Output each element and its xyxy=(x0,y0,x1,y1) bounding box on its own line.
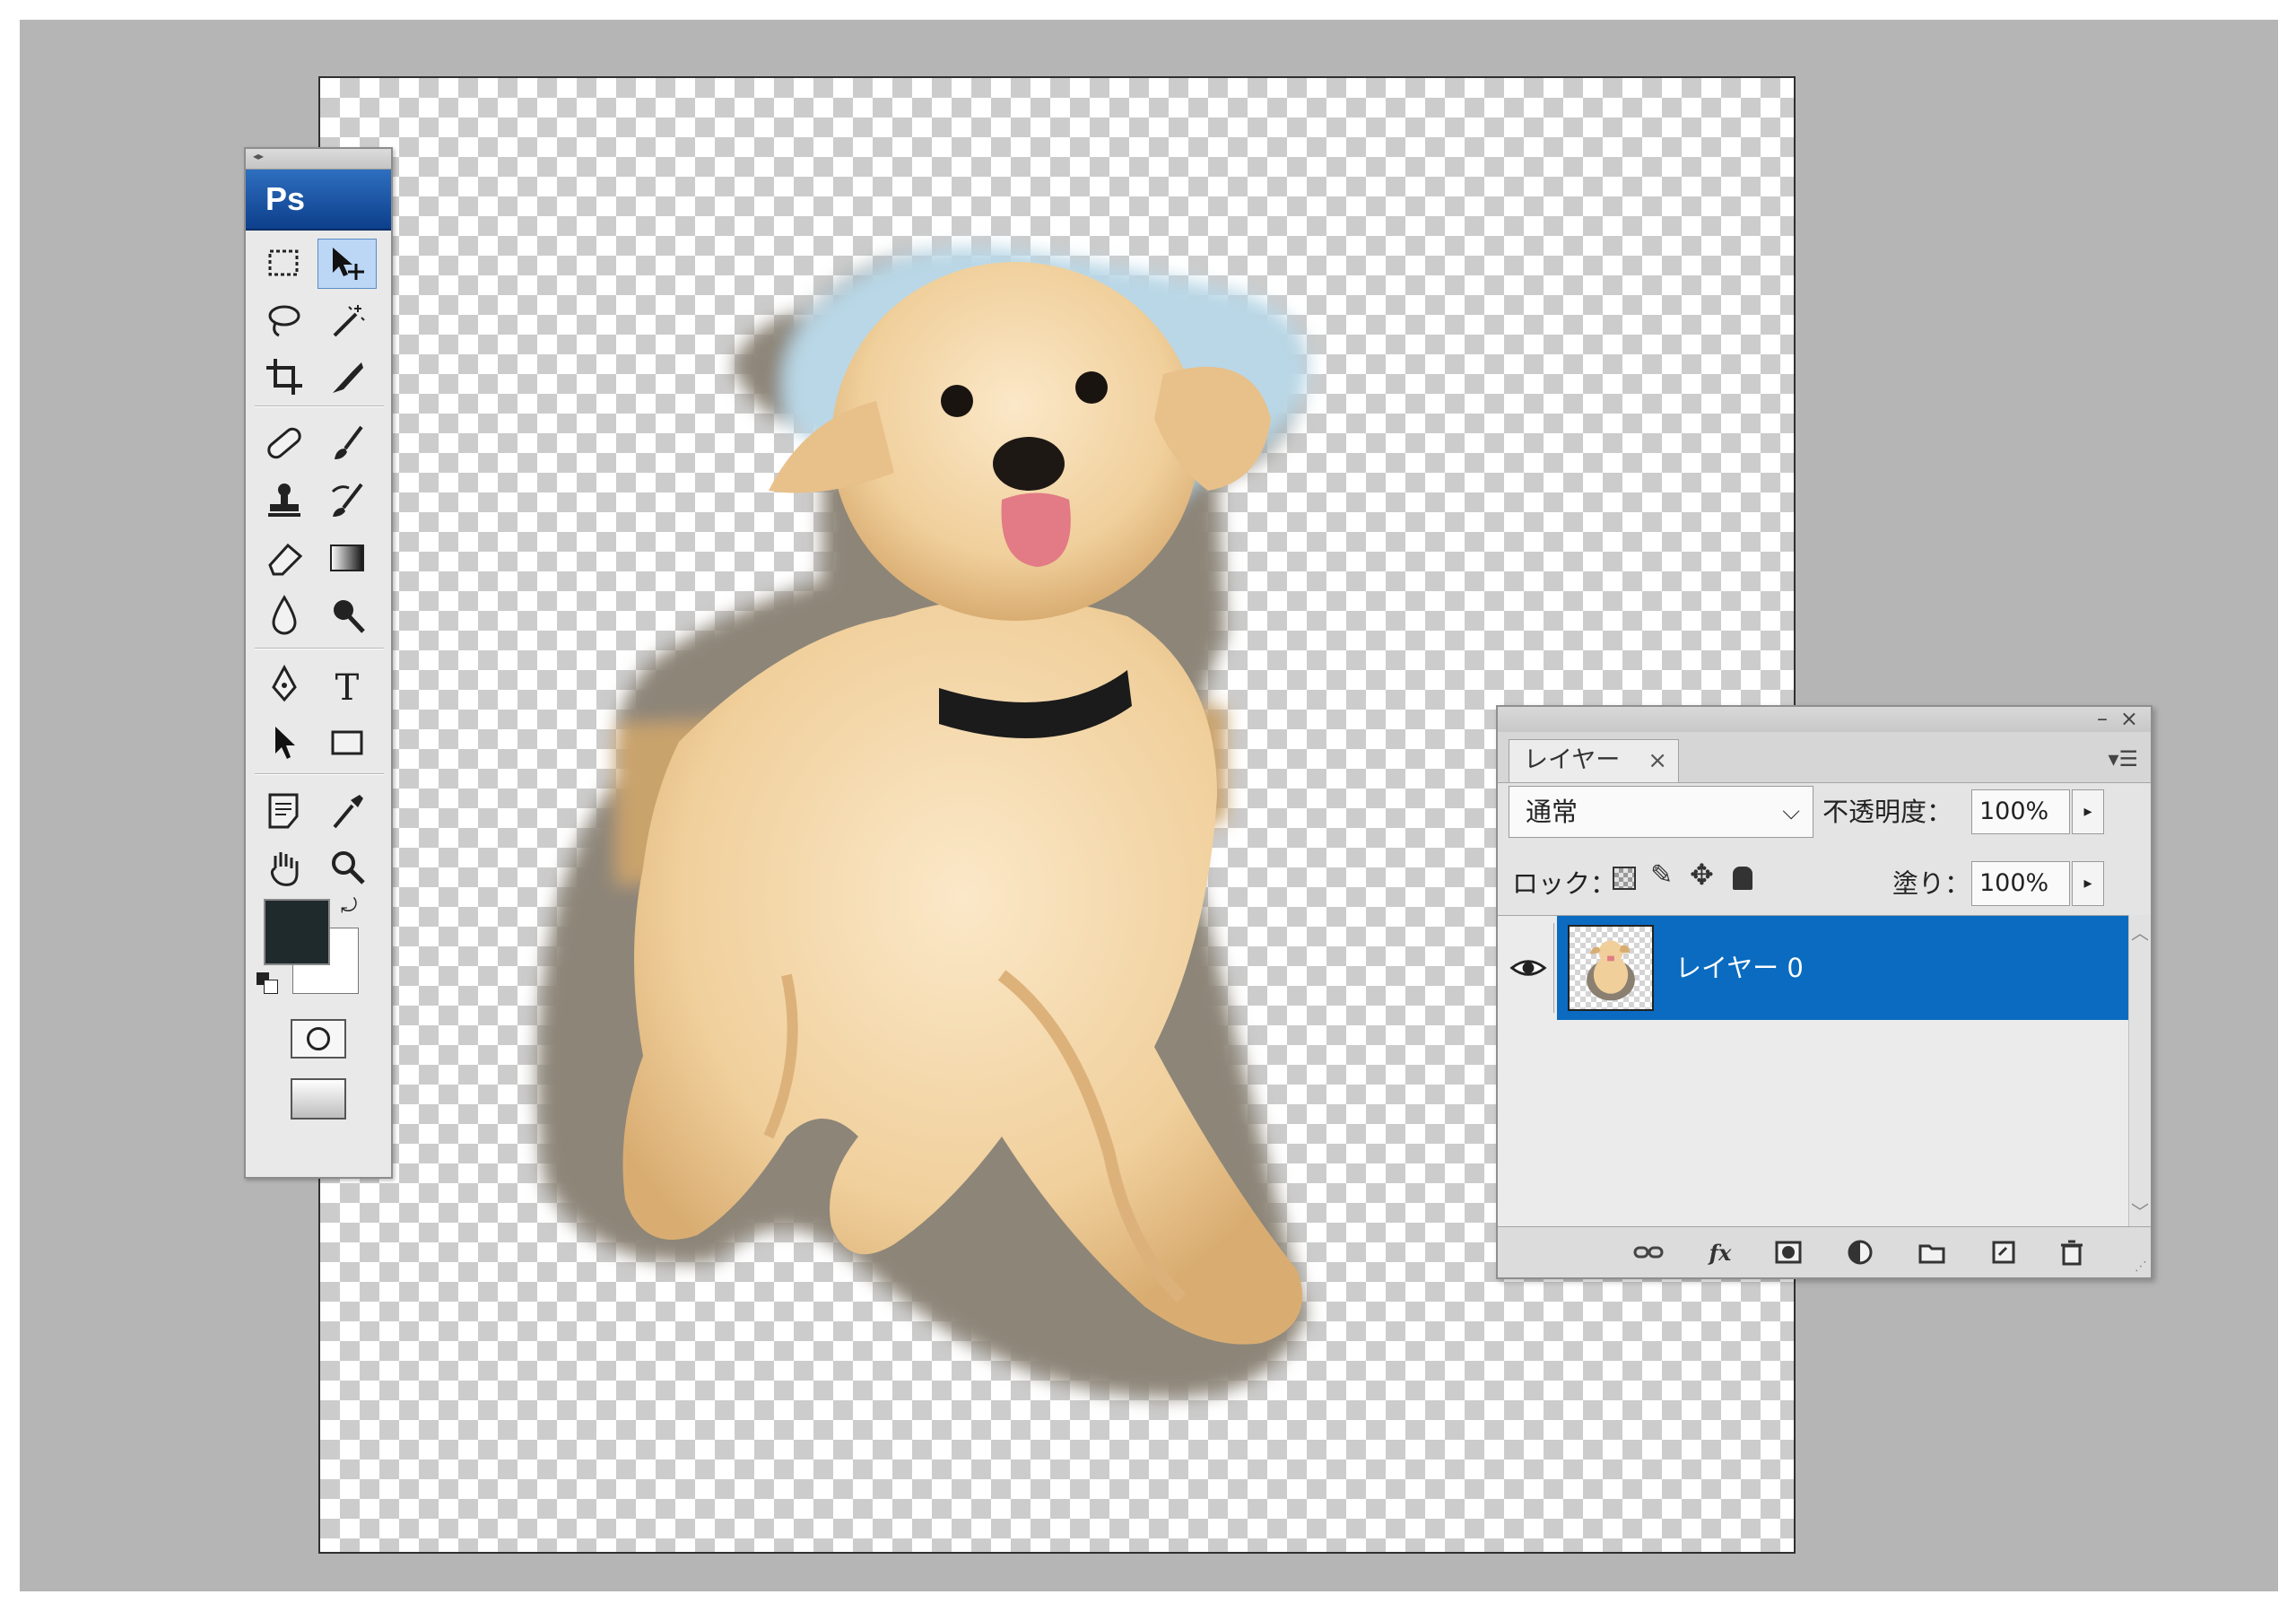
collapse-arrows-icon[interactable]: ◂▸ xyxy=(253,150,264,162)
tools-separator xyxy=(255,405,384,407)
new-group-folder-icon[interactable] xyxy=(1914,1236,1950,1268)
default-colors-icon[interactable] xyxy=(257,972,280,996)
quick-mask-button[interactable] xyxy=(291,1019,346,1059)
layers-tabbar: レイヤー × ▾☰ xyxy=(1498,732,2151,783)
add-mask-icon[interactable] xyxy=(1770,1236,1806,1268)
adjustment-layer-icon[interactable] xyxy=(1842,1236,1878,1268)
eyedropper-tool-icon[interactable] xyxy=(317,786,377,836)
lock-label: ロック： xyxy=(1512,868,1617,899)
photoshop-logo: Ps xyxy=(246,170,391,231)
tools-panel-grip[interactable]: ◂▸ xyxy=(246,149,391,170)
healing-brush-tool-icon[interactable] xyxy=(255,418,314,468)
gradient-tool-icon[interactable] xyxy=(317,533,377,583)
tab-close-icon[interactable]: × xyxy=(1648,740,1667,781)
notes-tool-icon[interactable] xyxy=(255,786,314,836)
layer-thumbnail xyxy=(1568,925,1654,1011)
new-layer-icon[interactable] xyxy=(1986,1236,2022,1268)
crop-tool-icon[interactable] xyxy=(255,352,314,402)
swap-colors-icon[interactable]: ⤾ xyxy=(341,895,357,918)
screen-mode-button[interactable] xyxy=(291,1078,346,1120)
dodge-tool-icon[interactable] xyxy=(317,590,377,640)
history-brush-tool-icon[interactable] xyxy=(317,475,377,526)
blend-mode-value: 通常 xyxy=(1526,797,1578,827)
fill-field[interactable]: 100% xyxy=(1971,861,2070,906)
svg-text:fx: fx xyxy=(1708,1240,1732,1266)
tools-separator xyxy=(255,648,384,649)
clone-stamp-tool-icon[interactable] xyxy=(255,475,314,526)
tab-layers-label: レイヤー xyxy=(1524,746,1621,774)
slice-tool-icon[interactable] xyxy=(317,352,377,402)
opacity-field[interactable]: 100% xyxy=(1971,789,2070,834)
fill-arrow-button[interactable]: ▸ xyxy=(2072,861,2104,906)
foreground-color-swatch[interactable] xyxy=(264,899,330,965)
eye-icon xyxy=(1509,960,1547,976)
fill-label: 塗り： xyxy=(1892,868,1971,899)
minimize-icon[interactable]: – xyxy=(2097,707,2108,730)
zoom-tool-icon[interactable] xyxy=(317,843,377,893)
lasso-tool-icon[interactable] xyxy=(255,296,314,346)
layer-list: レイヤー 0 xyxy=(1498,915,2136,1228)
tools-panel: ◂▸ Ps T ⤾ xyxy=(244,147,393,1179)
layer-list-scrollbar[interactable]: ︿ ﹀ xyxy=(2128,915,2151,1227)
puppy-thumbnail-image xyxy=(1587,940,1635,1001)
layers-panel-footer: fx ⋰ xyxy=(1498,1226,2151,1277)
close-icon[interactable]: × xyxy=(2120,707,2138,730)
panel-menu-icon[interactable]: ▾☰ xyxy=(2108,746,2138,771)
layer-style-fx-icon[interactable]: fx xyxy=(1702,1236,1738,1268)
lock-position-icon[interactable]: ✥ xyxy=(1690,858,1714,892)
tools-separator xyxy=(255,773,384,775)
tab-layers[interactable]: レイヤー × xyxy=(1509,739,1679,782)
layer-name: レイヤー 0 xyxy=(1675,953,1804,983)
marquee-tool-icon[interactable] xyxy=(255,239,314,289)
pen-tool-icon[interactable] xyxy=(255,660,314,710)
layers-panel-titlebar[interactable]: – × xyxy=(1498,707,2151,732)
blur-tool-icon[interactable] xyxy=(255,590,314,640)
quick-mask-icon xyxy=(307,1027,330,1050)
brush-tool-icon[interactable] xyxy=(317,418,377,468)
scroll-up-icon[interactable]: ︿ xyxy=(2131,919,2149,945)
chevron-down-icon: ⌵ xyxy=(1782,798,1800,825)
layer-row[interactable]: レイヤー 0 xyxy=(1498,916,2136,1020)
layers-panel: – × レイヤー × ▾☰ 通常 ⌵ 不透明度： 100% ▸ ロック： ✎ ✥… xyxy=(1496,705,2152,1279)
move-tool-icon[interactable] xyxy=(317,239,377,289)
lock-pixels-icon[interactable]: ✎ xyxy=(1650,859,1673,891)
type-tool-icon[interactable]: T xyxy=(317,660,377,710)
resize-grip-icon[interactable]: ⋰ xyxy=(2135,1259,2147,1274)
path-selection-tool-icon[interactable] xyxy=(255,718,314,768)
hand-tool-icon[interactable] xyxy=(255,843,314,893)
svg-text:T: T xyxy=(335,667,360,707)
trash-icon[interactable] xyxy=(2054,1236,2090,1268)
rectangle-tool-icon[interactable] xyxy=(317,718,377,768)
layer-visibility-toggle[interactable] xyxy=(1503,923,1554,1013)
eraser-tool-icon[interactable] xyxy=(255,533,314,583)
scroll-down-icon[interactable]: ﹀ xyxy=(2131,1198,2149,1224)
opacity-label: 不透明度： xyxy=(1822,797,1953,827)
lock-all-icon[interactable] xyxy=(1733,867,1752,890)
blend-mode-select[interactable]: 通常 ⌵ xyxy=(1509,786,1813,838)
link-layers-icon[interactable] xyxy=(1631,1236,1666,1268)
opacity-arrow-button[interactable]: ▸ xyxy=(2072,789,2104,834)
magic-wand-tool-icon[interactable] xyxy=(317,296,377,346)
lock-transparent-icon[interactable] xyxy=(1613,867,1636,890)
